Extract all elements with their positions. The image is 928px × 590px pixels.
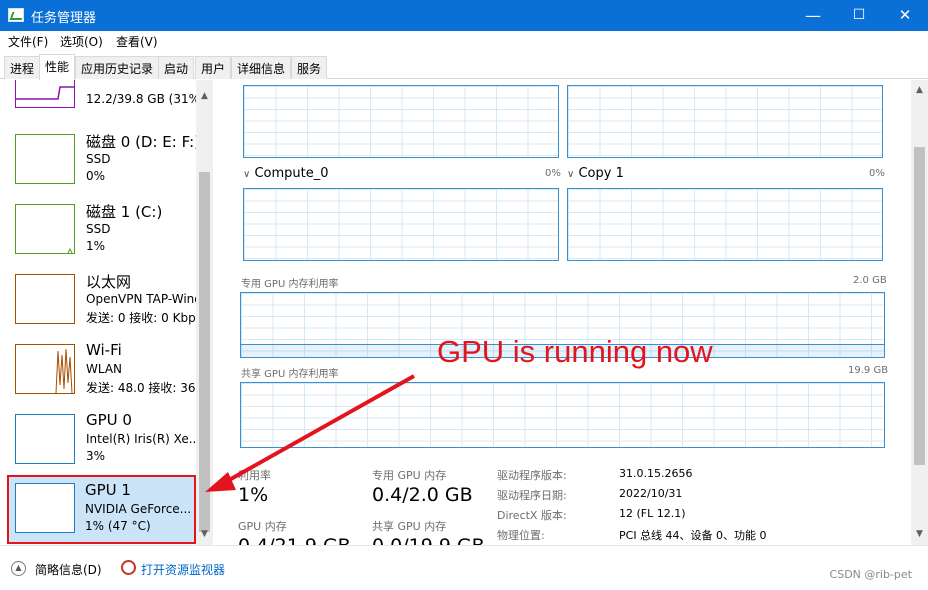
window-title: 任务管理器 [31,11,97,26]
shared-memory-label: 共享 GPU 内存利用率 [241,369,339,380]
disk-1-usage: 1% [86,239,106,253]
sidebar-item-ethernet[interactable]: 以太网 OpenVPN TAP-Windows 发送: 0 接收: 0 Kbps [0,268,213,338]
sidebar-item-wifi[interactable]: Wi-Fi WLAN 发送: 48.0 接收: 368 [0,338,203,408]
ethernet-throughput: 发送: 0 接收: 0 Kbps [86,311,202,325]
tab-details[interactable]: 详细信息 [231,56,292,79]
memory-usage: 12.2/39.8 GB (31%) [86,92,205,106]
gpu-0-usage: 3% [86,449,106,463]
driver-date-label: 驱动程序日期: [497,489,567,502]
disk-0-name: 磁盘 0 (D: E: F:) [86,133,200,151]
watermark: CSDN @rib-pet [829,568,912,581]
wifi-adapter: WLAN [86,362,123,376]
engine-copy-name: Copy 1 [578,166,624,181]
tab-startup[interactable]: 启动 [158,56,195,79]
engine-graph-top-right [567,85,883,158]
menu-file[interactable]: 文件(F) [8,33,48,50]
tab-users[interactable]: 用户 [195,56,232,79]
disk-0-type: SSD [86,152,111,166]
scroll-up-arrow-icon[interactable]: ▲ [911,82,928,99]
fewer-details-button[interactable]: 简略信息(D) [35,561,102,578]
disk-1-name: 磁盘 1 (C:) [86,203,163,221]
sidebar-item-disk-0[interactable]: 磁盘 0 (D: E: F:) SSD 0% [0,128,200,198]
dedicated-memory-label: 专用 GPU 内存利用率 [241,279,339,290]
tab-processes[interactable]: 进程 [4,56,41,79]
engine-graph-copy [567,188,883,261]
disk-1-type: SSD [86,222,111,236]
chevron-down-icon: ∨ [567,169,575,180]
sidebar-item-disk-1[interactable]: 磁盘 1 (C:) SSD 1% [0,198,196,268]
engine-graph-top-left [243,85,559,158]
chevron-down-icon: ∨ [243,169,251,180]
title-bar: 任务管理器 — ☐ ✕ [0,0,928,31]
annotation-text: GPU is running now [437,334,713,369]
ethernet-adapter: OpenVPN TAP-Windows [86,292,213,306]
gpu-0-name: GPU 0 [86,411,132,429]
physical-location-label: 物理位置: [497,529,545,542]
gpu-detail-panel: ∨ Compute_0 0% ∨ Copy 1 0% 专用 GPU 内存利用率 … [213,80,911,545]
maximize-button[interactable]: ☐ [836,0,882,31]
sidebar-scroll-thumb[interactable] [199,172,210,532]
sidebar-item-memory[interactable]: 12.2/39.8 GB (31%) [0,80,205,118]
chevron-up-icon[interactable]: ▲ [11,561,26,576]
wifi-throughput: 发送: 48.0 接收: 368 [86,381,204,395]
engine-copy-percent: 0% [869,168,885,179]
menu-bar: 文件(F) 选项(O) 查看(V) [0,31,928,51]
wifi-name: Wi-Fi [86,341,122,359]
task-manager-icon [8,8,24,22]
physical-location-value: PCI 总线 44、设备 0、功能 0 [619,529,767,542]
selection-highlight-box [7,475,196,544]
scroll-down-arrow-icon[interactable]: ▼ [911,526,928,543]
directx-version-label: DirectX 版本: [497,509,567,522]
shared-gpu-memory-label: 共享 GPU 内存 [372,520,447,533]
dedicated-gpu-memory-label: 专用 GPU 内存 [372,469,447,482]
shared-gpu-memory-value: 0.0/19.9 GB [372,535,485,545]
dedicated-gpu-memory-value: 0.4/2.0 GB [372,484,473,506]
main-scrollbar[interactable]: ▲ ▼ [911,80,928,545]
driver-version-value: 31.0.15.2656 [619,467,693,480]
driver-version-label: 驱动程序版本: [497,469,567,482]
tab-services[interactable]: 服务 [291,56,328,79]
status-bar: ▲ 简略信息(D) 打开资源监视器 CSDN @rib-pet [0,545,928,590]
engine-compute-name: Compute_0 [254,166,329,181]
wifi-thumbnail [15,344,75,394]
gpu-memory-value: 0.4/21.9 GB [238,535,351,545]
resource-monitor-icon[interactable] [121,560,136,575]
minimize-button[interactable]: — [790,0,836,31]
disk-1-thumbnail [15,204,75,254]
close-button[interactable]: ✕ [882,0,928,31]
gpu-memory-label: GPU 内存 [238,520,287,533]
engine-compute-selector[interactable]: ∨ Compute_0 [243,166,329,181]
gpu-0-thumbnail [15,414,75,464]
disk-0-usage: 0% [86,169,106,183]
directx-version-value: 12 (FL 12.1) [619,507,686,520]
tab-app-history[interactable]: 应用历史记录 [75,56,160,79]
ethernet-name: 以太网 [86,273,132,291]
engine-copy-selector[interactable]: ∨ Copy 1 [567,166,624,181]
scroll-up-arrow-icon[interactable]: ▲ [196,88,213,105]
shared-memory-graph [240,382,885,448]
memory-thumbnail [15,80,75,108]
disk-0-thumbnail [15,134,75,184]
dedicated-memory-max: 2.0 GB [853,275,887,286]
utilization-value: 1% [238,484,269,506]
open-resource-monitor-link[interactable]: 打开资源监视器 [141,561,225,578]
menu-options[interactable]: 选项(O) [60,33,103,50]
gpu-0-model: Intel(R) Iris(R) Xe... [86,432,201,446]
engine-graph-compute [243,188,559,261]
sidebar-scrollbar[interactable]: ▲ ▼ [196,80,213,545]
engine-compute-percent: 0% [545,168,561,179]
shared-memory-max: 19.9 GB [848,365,889,376]
utilization-label: 利用率 [238,469,271,482]
tab-bar: 进程 性能 应用历史记录 启动 用户 详细信息 服务 [0,53,928,80]
menu-view[interactable]: 查看(V) [116,33,158,50]
sidebar-item-gpu-0[interactable]: GPU 0 Intel(R) Iris(R) Xe... 3% [0,408,200,478]
scroll-down-arrow-icon[interactable]: ▼ [196,526,213,543]
tab-performance[interactable]: 性能 [39,54,76,80]
ethernet-thumbnail [15,274,75,324]
main-scroll-thumb[interactable] [914,147,925,465]
driver-date-value: 2022/10/31 [619,487,683,500]
